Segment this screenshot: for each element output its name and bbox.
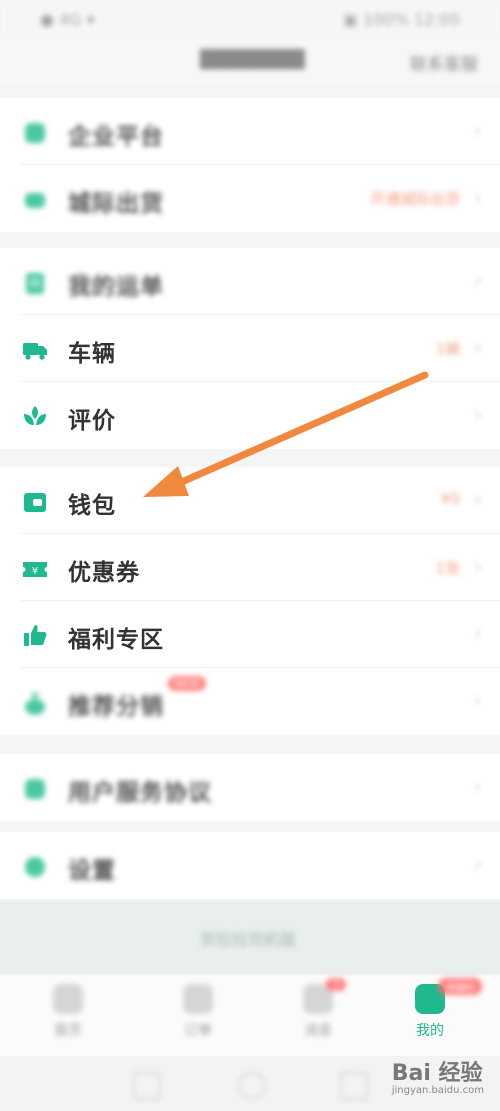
menu-item-label: 推荐分销: [68, 694, 164, 720]
status-bar: ● 4G ▾ ▣ 100% 12:00: [0, 0, 500, 40]
status-left: ● 4G ▾: [40, 10, 95, 29]
leaf-icon: [24, 406, 46, 425]
menu-item-orders[interactable]: 我的运单 ›: [0, 248, 500, 315]
menu-item-label: 我的运单: [68, 274, 164, 300]
chevron-right-icon: ›: [474, 621, 482, 645]
menu-section: 我的运单 › 车辆 1辆 › 评价 ›: [0, 248, 500, 449]
tab-label: 订单: [184, 1023, 212, 1039]
svg-text:¥: ¥: [32, 566, 38, 577]
money-bag-icon: [25, 693, 45, 715]
tab-label: 首页: [54, 1023, 82, 1039]
doc-icon: [25, 779, 45, 799]
gear-icon: [25, 857, 45, 877]
menu-item-label: 城际出货: [68, 191, 164, 217]
menu-item-label: 用户服务协议: [68, 780, 212, 806]
chevron-right-icon: ›: [474, 774, 482, 798]
bottom-tab-bar: 首页 订单 消息 3 我的 领福利: [0, 976, 500, 1056]
menu-item-label: 钱包: [68, 493, 116, 519]
tab-label: 消息: [304, 1023, 332, 1039]
chevron-right-icon: ›: [474, 487, 482, 511]
clipboard-icon: [26, 273, 44, 294]
menu-item-city[interactable]: 城际出货 开通城际出货 ›: [0, 165, 500, 232]
page-title: ████████: [200, 50, 305, 70]
menu-item-settings[interactable]: 设置 ›: [0, 832, 500, 899]
truck-icon: [23, 343, 47, 360]
home-icon: [53, 984, 83, 1014]
tab-1[interactable]: 订单: [158, 984, 238, 1040]
menu-item-wallet[interactable]: 钱包 ¥0 ›: [0, 467, 500, 534]
menu-item-value: 1张: [435, 559, 460, 577]
watermark-brand: Bai 经验: [391, 1061, 483, 1086]
menu-item-value: 开通城际出货: [369, 190, 460, 208]
menu-section: 设置 ›: [0, 832, 500, 899]
top-bar: ████████ 联系客服: [0, 40, 500, 85]
tab-0[interactable]: 首页: [28, 984, 108, 1040]
thumbs-up-icon: [24, 625, 47, 646]
menu-item-label: 企业平台: [68, 124, 164, 150]
menu-item-review[interactable]: 评价 ›: [0, 382, 500, 449]
menu-item-label: 评价: [68, 408, 116, 434]
tab-badge: 领福利: [438, 978, 482, 995]
watermark-url: jingyan.baidu.com: [391, 1085, 484, 1096]
menu-item-vehicle[interactable]: 车辆 1辆 ›: [0, 315, 500, 382]
chevron-right-icon: ›: [474, 554, 482, 578]
tab-badge: 3: [326, 978, 347, 991]
chevron-right-icon: ›: [474, 335, 482, 359]
promo-text: 货拉拉司机版: [200, 930, 297, 949]
wallet-icon: [24, 493, 46, 512]
city-icon: [25, 193, 45, 208]
status-right: ▣ 100% 12:00: [342, 10, 460, 29]
menu-item-welfare[interactable]: 福利专区 ›: [0, 601, 500, 668]
menu-item-value: ¥0: [440, 490, 460, 508]
chevron-right-icon: ›: [474, 268, 482, 292]
tab-label: 我的: [416, 1023, 444, 1039]
recent-nav-icon[interactable]: [340, 1072, 368, 1100]
back-nav-icon[interactable]: [133, 1072, 161, 1100]
menu-item-label: 福利专区: [68, 627, 164, 653]
menu-item-safety[interactable]: 用户服务协议 ›: [0, 754, 500, 821]
home-nav-icon[interactable]: [238, 1072, 266, 1100]
menu-section: 企业平台 › 城际出货 开通城际出货 ›: [0, 98, 500, 232]
menu-item-enterprise[interactable]: 企业平台 ›: [0, 98, 500, 165]
menu-section: 钱包 ¥0 › ¥ 优惠券 1张 › 福利专区 › 推荐分销 NEW ›: [0, 467, 500, 735]
menu-item-coupon[interactable]: ¥ 优惠券 1张 ›: [0, 534, 500, 601]
chevron-right-icon: ›: [474, 402, 482, 426]
promo-banner[interactable]: 货拉拉司机版: [0, 902, 500, 974]
order-icon: [183, 984, 213, 1014]
coupon-icon: ¥: [23, 562, 47, 577]
shield-icon: [25, 123, 45, 143]
chevron-right-icon: ›: [474, 688, 482, 712]
menu-section: 用户服务协议 ›: [0, 754, 500, 821]
watermark: Bai 经验 jingyan.baidu.com: [392, 1055, 484, 1096]
chevron-right-icon: ›: [474, 118, 482, 142]
contact-button[interactable]: 联系客服: [410, 50, 478, 75]
new-badge: NEW: [168, 676, 207, 691]
chevron-right-icon: ›: [474, 185, 482, 209]
menu-item-value: 1辆: [435, 340, 460, 358]
menu-item-referral[interactable]: 推荐分销 NEW ›: [0, 668, 500, 735]
menu-item-label: 车辆: [68, 341, 116, 367]
chevron-right-icon: ›: [474, 852, 482, 876]
tab-2[interactable]: 消息: [278, 984, 358, 1040]
menu-item-label: 优惠券: [68, 560, 140, 586]
menu-item-label: 设置: [68, 858, 116, 884]
